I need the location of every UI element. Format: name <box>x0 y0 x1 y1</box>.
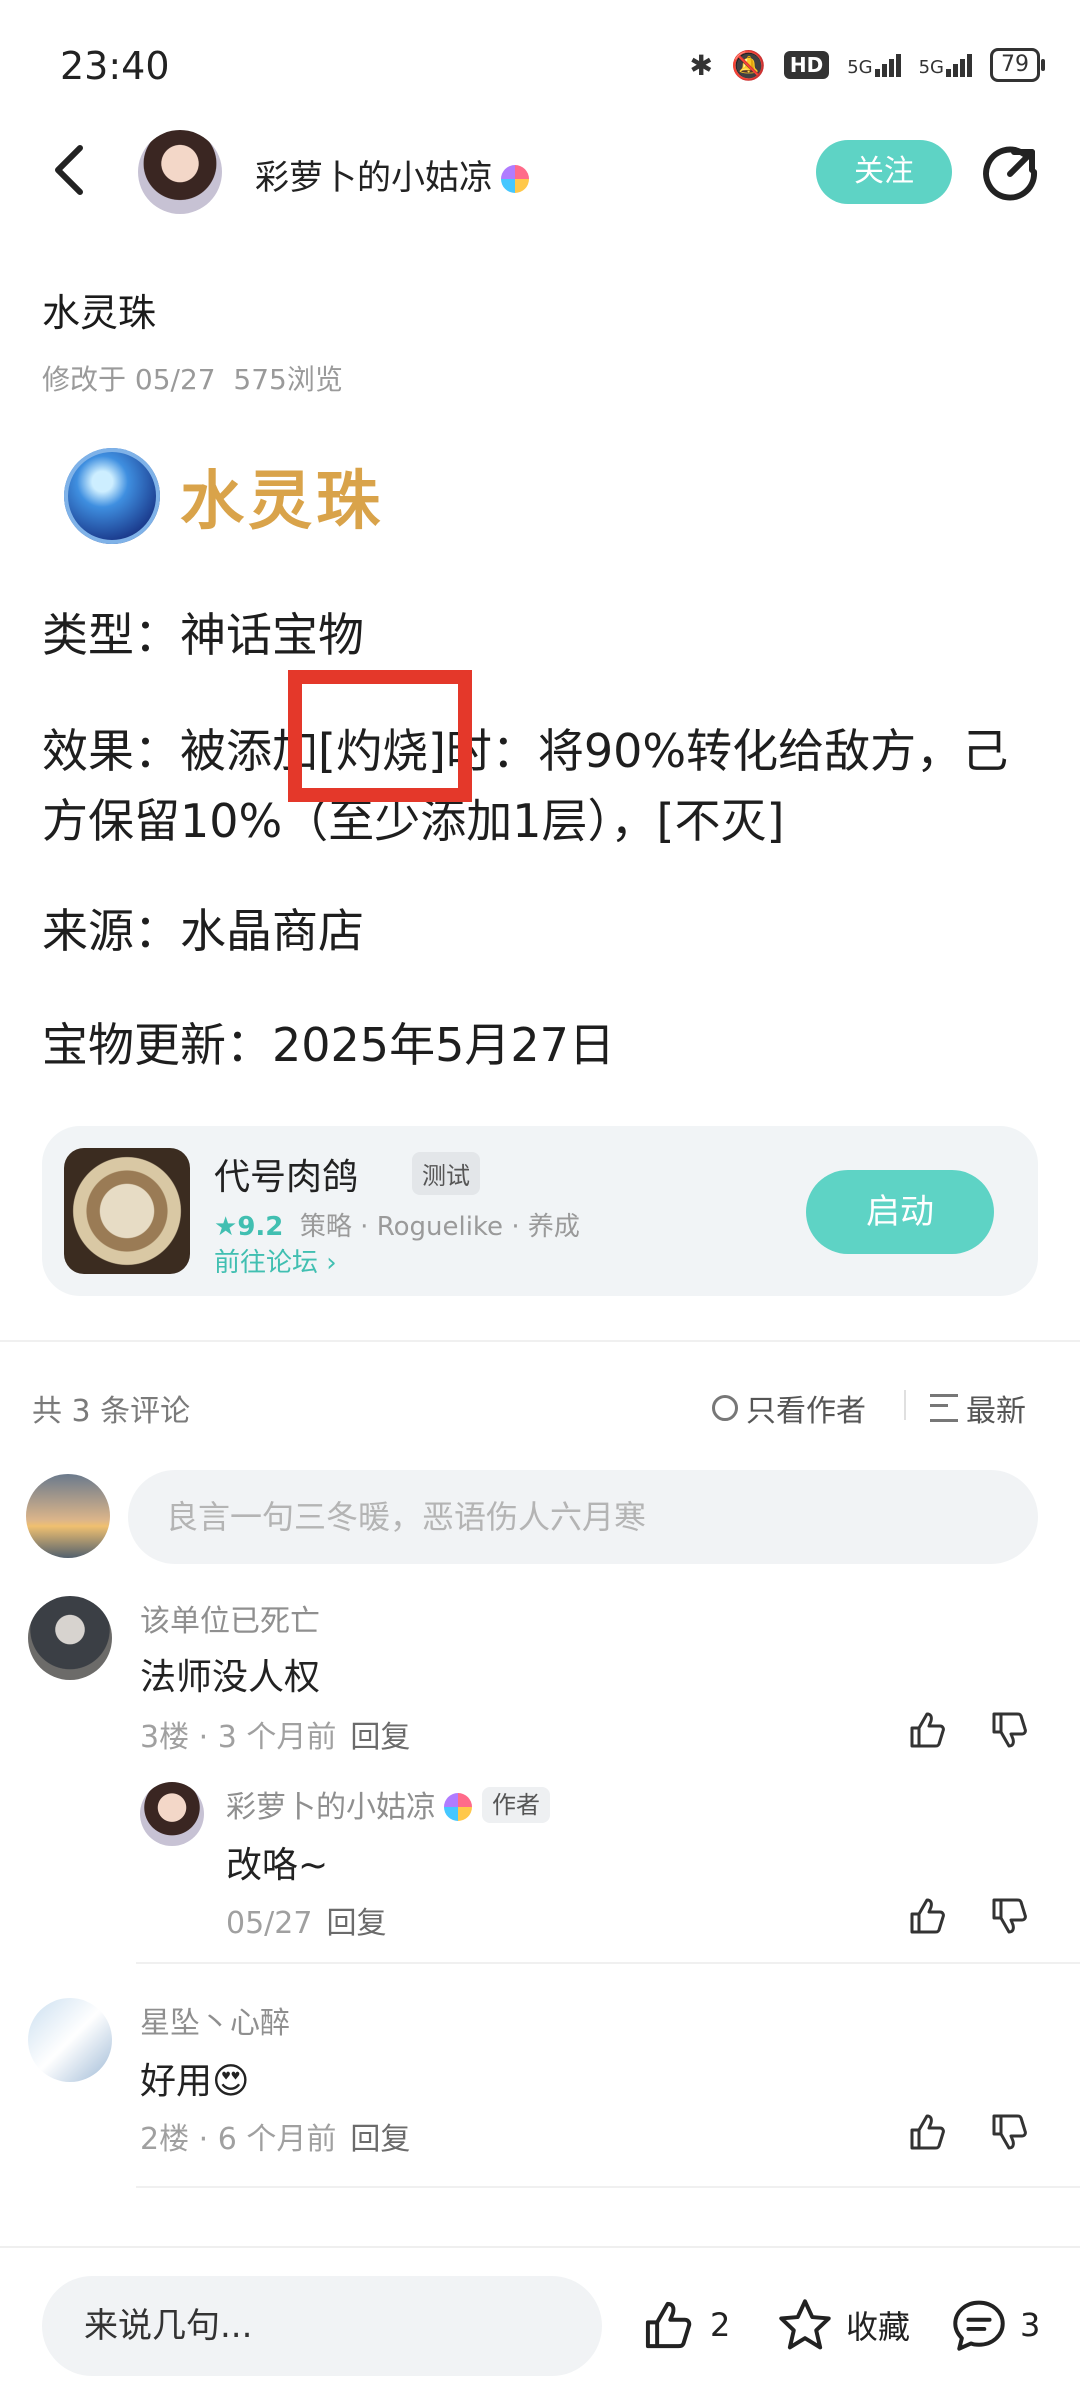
like-button[interactable]: 2 <box>640 2296 730 2354</box>
signal-icon-2: 5G <box>919 53 972 77</box>
game-genres: 策略 · Roguelike · 养成 <box>299 1212 580 1242</box>
radio-circle-icon <box>712 1395 738 1421</box>
author-name[interactable]: 彩萝卜的小姑凉 <box>255 150 529 199</box>
author-tag: 作者 <box>482 1787 550 1823</box>
bluetooth-icon: ✱ <box>689 48 713 82</box>
reply-author-avatar[interactable] <box>140 1782 204 1846</box>
bottom-divider <box>0 2246 1080 2248</box>
like-count: 2 <box>710 2306 731 2344</box>
vertical-separator <box>904 1390 906 1420</box>
launch-button[interactable]: 启动 <box>806 1170 994 1254</box>
bottom-comment-input[interactable]: 来说几句... <box>42 2276 602 2376</box>
reply-button[interactable]: 回复 <box>350 2122 410 2157</box>
sort-label: 最新 <box>966 1394 1026 1429</box>
water-orb-icon <box>64 448 160 544</box>
sort-toggle[interactable]: 最新 <box>930 1386 1026 1430</box>
reply-meta: 05/27 回复 <box>226 1898 386 1942</box>
thumbs-up-icon[interactable] <box>906 1894 950 1938</box>
comment-meta: 2楼 · 6 个月前 回复 <box>140 2114 410 2158</box>
type-line: 类型：神话宝物 <box>42 608 364 662</box>
comment-divider <box>136 1962 1080 1964</box>
commenter-avatar[interactable] <box>28 1998 112 2082</box>
favorite-button[interactable]: 收藏 <box>776 2296 910 2354</box>
comment-bubble-icon <box>953 2300 1005 2351</box>
effect-line: 效果：被添加[灼烧]时：将90%转化给敌方，己方保留10%（至少添加1层），[不… <box>42 724 1009 848</box>
section-divider <box>0 1340 1080 1342</box>
game-name: 代号肉鸽 <box>214 1157 359 1198</box>
only-author-label: 只看作者 <box>746 1394 866 1429</box>
comments-count: 共 3 条评论 <box>32 1394 191 1429</box>
reply-author-name-text: 彩萝卜的小姑凉 <box>226 1790 436 1825</box>
thumbs-up-icon <box>645 2301 692 2349</box>
favorite-label: 收藏 <box>846 2308 911 2346</box>
reply-author-name[interactable]: 彩萝卜的小姑凉 作者 <box>226 1782 550 1826</box>
view-count: 575浏览 <box>233 363 343 396</box>
forum-link[interactable]: 前往论坛 › <box>214 1242 337 1279</box>
comment-count: 3 <box>1020 2306 1041 2344</box>
comment-floor-time: 3楼 · 3 个月前 <box>140 1720 337 1755</box>
comment-button[interactable]: 3 <box>950 2296 1040 2354</box>
hd-icon: HD <box>783 51 830 79</box>
chevron-right-icon: › <box>326 1248 337 1278</box>
signal-icon-1: 5G <box>847 53 901 77</box>
highlight-box <box>288 670 472 802</box>
only-author-toggle[interactable]: 只看作者 <box>712 1386 866 1430</box>
status-bar: 23:40 ✱ 🔕 HD 5G 5G 79 <box>0 0 1080 130</box>
update-line: 宝物更新：2025年5月27日 <box>42 1018 615 1072</box>
comment-meta: 3楼 · 3 个月前 回复 <box>140 1712 410 1756</box>
reply-button[interactable]: 回复 <box>326 1906 386 1941</box>
banner-title: 水灵珠 <box>180 464 384 539</box>
status-icons: ✱ 🔕 HD 5G 5G 79 <box>689 48 1045 82</box>
follow-button[interactable]: 关注 <box>816 140 952 204</box>
back-arrow-icon[interactable] <box>46 140 96 200</box>
post-meta: 修改于 05/27 575浏览 <box>42 358 343 398</box>
my-avatar <box>26 1474 110 1558</box>
clover-badge-icon <box>444 1793 472 1821</box>
comment-text: 好用😍 <box>140 2061 250 2102</box>
author-avatar[interactable] <box>138 130 222 214</box>
battery-indicator: 79 <box>990 48 1045 82</box>
post-title: 水灵珠 <box>42 291 157 335</box>
game-rating-row: ★9.2 策略 · Roguelike · 养成 <box>214 1206 580 1243</box>
source-line: 来源：水晶商店 <box>42 904 364 958</box>
game-card[interactable]: 代号肉鸽 测试 ★9.2 策略 · Roguelike · 养成 前往论坛 › … <box>42 1126 1038 1296</box>
comment-floor-time: 2楼 · 6 个月前 <box>140 2122 337 2157</box>
game-rating: 9.2 <box>237 1212 284 1242</box>
reply-button[interactable]: 回复 <box>350 1720 410 1755</box>
commenter-name[interactable]: 该单位已死亡 <box>140 1596 320 1640</box>
thumbs-up-icon[interactable] <box>906 1708 950 1752</box>
item-banner: 水灵珠 <box>64 446 404 546</box>
status-time: 23:40 <box>60 44 170 88</box>
commenter-name[interactable]: 星坠丶心醉 <box>140 1998 290 2042</box>
reply-date: 05/27 <box>226 1906 313 1941</box>
clover-badge-icon <box>501 165 529 193</box>
share-icon[interactable] <box>980 144 1040 204</box>
comment-divider <box>136 2186 1080 2188</box>
comment-input[interactable]: 良言一句三冬暖，恶语伤人六月寒 <box>128 1470 1038 1564</box>
reply-text: 改咯~ <box>226 1845 329 1886</box>
star-outline-icon <box>779 2299 831 2350</box>
sort-icon <box>930 1394 958 1422</box>
author-name-text: 彩萝卜的小姑凉 <box>255 158 493 198</box>
thumbs-up-icon[interactable] <box>906 2110 950 2154</box>
forum-link-text: 前往论坛 <box>214 1248 319 1278</box>
game-icon <box>64 1148 190 1274</box>
modified-date: 修改于 05/27 <box>42 363 216 396</box>
commenter-avatar[interactable] <box>28 1596 112 1680</box>
mute-icon: 🔕 <box>730 48 766 82</box>
thumbs-down-icon[interactable] <box>988 1708 1032 1752</box>
comment-text: 法师没人权 <box>140 1657 321 1698</box>
game-tag: 测试 <box>412 1152 480 1195</box>
thumbs-down-icon[interactable] <box>988 1894 1032 1938</box>
thumbs-down-icon[interactable] <box>988 2110 1032 2154</box>
star-icon: ★ <box>214 1212 238 1242</box>
